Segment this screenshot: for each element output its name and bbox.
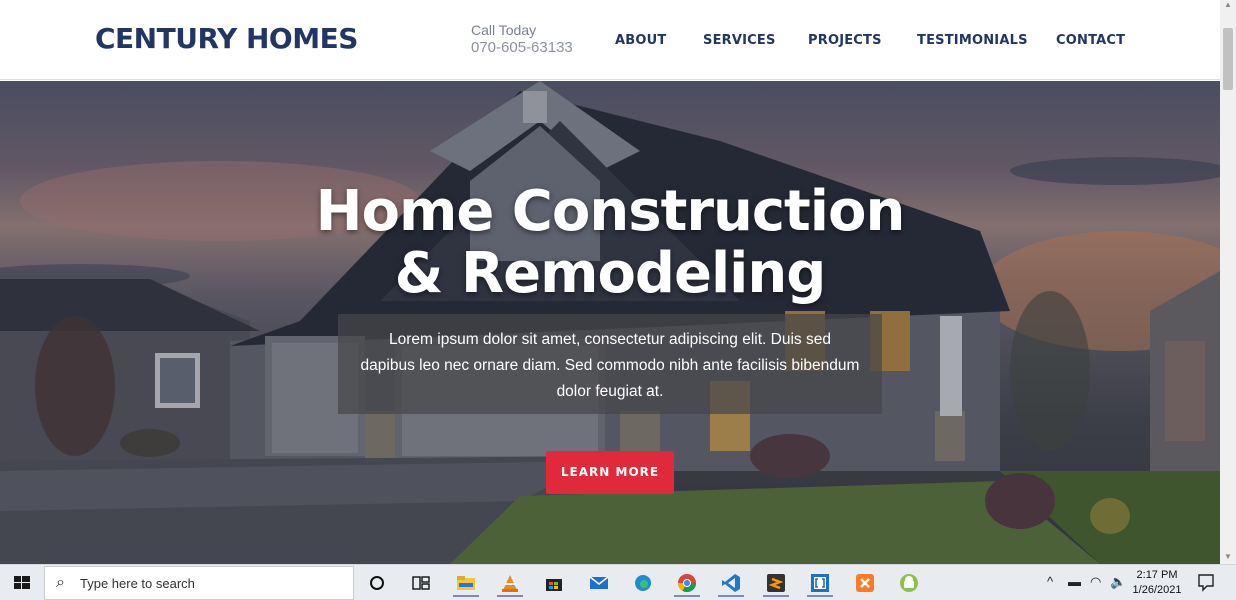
cortana-icon[interactable] — [362, 569, 392, 597]
vlc-active-indicator — [497, 595, 523, 597]
chrome-active-indicator — [674, 595, 700, 597]
search-icon: ⌕ — [56, 574, 65, 591]
android-icon[interactable] — [894, 569, 924, 597]
battery-icon[interactable]: ▬ — [1068, 574, 1081, 589]
brackets-active-indicator — [807, 595, 833, 597]
nav-services[interactable]: SERVICES — [703, 33, 776, 48]
page-scrollbar[interactable]: ▲ ▼ — [1220, 0, 1236, 564]
show-hidden-icons-chevron-icon[interactable]: ^ — [1047, 574, 1053, 589]
file-explorer-icon[interactable] — [451, 569, 481, 597]
store-icon[interactable] — [539, 569, 569, 597]
hero-title: Home Construction & Remodeling — [260, 181, 960, 305]
xampp-icon[interactable] — [850, 569, 880, 597]
sublime-icon[interactable] — [761, 569, 791, 597]
clock-date: 1/26/2021 — [1132, 584, 1182, 596]
windows-logo-icon — [14, 576, 30, 589]
site-logo[interactable]: CENTURY HOMES — [95, 22, 358, 55]
windows-taskbar: ⌕ Type here to search ^ ▬ ◠ 🔈 2:17 PM 1/… — [0, 564, 1236, 600]
site-header: CENTURY HOMES Call Today 070-605-63133 A… — [0, 0, 1220, 80]
taskbar-search-box[interactable]: ⌕ Type here to search — [44, 566, 354, 600]
call-block: Call Today 070-605-63133 — [471, 21, 573, 57]
scroll-down-arrow-icon[interactable]: ▼ — [1220, 552, 1236, 564]
learn-more-button[interactable]: LEARN MORE — [546, 451, 674, 494]
call-label: Call Today — [471, 22, 537, 38]
vlc-icon[interactable] — [495, 569, 525, 597]
hero-title-line2: & Remodeling — [394, 241, 827, 306]
hero-title-line1: Home Construction — [315, 179, 906, 244]
volume-icon[interactable]: 🔈 — [1110, 574, 1126, 590]
scroll-thumb[interactable] — [1223, 28, 1233, 90]
brackets-icon[interactable] — [805, 569, 835, 597]
start-button[interactable] — [0, 565, 44, 600]
vscode-active-indicator — [718, 595, 744, 597]
wifi-icon[interactable]: ◠ — [1090, 574, 1101, 590]
search-placeholder: Type here to search — [80, 576, 195, 591]
notification-center-icon[interactable] — [1196, 572, 1216, 592]
nav-about[interactable]: ABOUT — [615, 33, 666, 48]
phone-number[interactable]: 070-605-63133 — [471, 39, 573, 57]
sublime-active-indicator — [763, 595, 789, 597]
system-clock[interactable]: 2:17 PM 1/26/2021 — [1132, 568, 1182, 598]
hero-section: Home Construction & Remodeling Lorem ips… — [0, 81, 1220, 564]
nav-projects[interactable]: PROJECTS — [808, 33, 882, 48]
nav-contact[interactable]: CONTACT — [1056, 33, 1125, 48]
edge-icon[interactable] — [628, 569, 658, 597]
scroll-up-arrow-icon[interactable]: ▲ — [1220, 0, 1236, 12]
hero-description: Lorem ipsum dolor sit amet, consectetur … — [360, 331, 860, 400]
file-explorer-active-indicator — [453, 595, 479, 597]
mail-icon[interactable] — [584, 569, 614, 597]
task-view-icon[interactable] — [406, 569, 436, 597]
nav-testimonials[interactable]: TESTIMONIALS — [917, 33, 1028, 48]
vscode-icon[interactable] — [716, 569, 746, 597]
clock-time: 2:17 PM — [1136, 569, 1178, 581]
chrome-icon[interactable] — [672, 569, 702, 597]
